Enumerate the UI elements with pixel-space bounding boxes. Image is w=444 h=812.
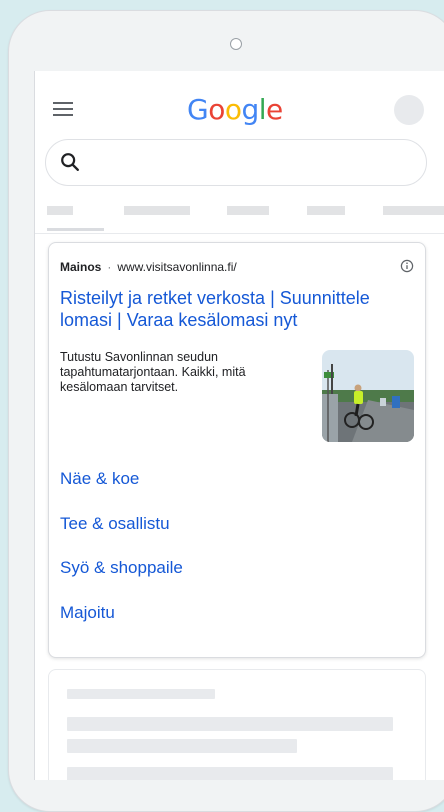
ad-title-link[interactable]: Risteilyt ja retket verkosta | Suunnitte…: [60, 287, 420, 331]
ad-label: Mainos: [60, 260, 102, 274]
separator-dot: ·: [107, 260, 112, 274]
logo-letter: e: [266, 93, 283, 126]
ad-description: Tutustu Savonlinnan seudun tapahtumatarj…: [60, 350, 246, 394]
sitelink-tee-osallistu[interactable]: Tee & osallistu: [60, 514, 170, 534]
search-tabs: [35, 198, 444, 234]
sitelink-majoitu[interactable]: Majoitu: [60, 603, 115, 623]
logo-letter: G: [187, 93, 209, 126]
avatar[interactable]: [394, 95, 424, 125]
logo-letter: o: [208, 93, 225, 126]
sitelink-syo-shoppaile[interactable]: Syö & shoppaile: [60, 558, 183, 578]
tab-placeholder-5[interactable]: [383, 206, 444, 215]
info-icon[interactable]: [400, 259, 414, 273]
active-tab-indicator: [47, 228, 104, 231]
logo-letter: o: [224, 93, 242, 126]
sitelink-nae-koe[interactable]: Näe & koe: [60, 469, 139, 489]
search-icon[interactable]: [59, 151, 81, 173]
tab-placeholder-3[interactable]: [227, 206, 269, 215]
placeholder-line: [67, 739, 297, 753]
sponsored-result-card: Mainos · www.visitsavonlinna.fi/ Risteilyt…: [48, 242, 426, 658]
google-logo[interactable]: Google: [187, 93, 283, 126]
ad-display-url[interactable]: www.visitsavonlinna.fi/: [117, 260, 236, 274]
tab-placeholder-2[interactable]: [124, 206, 190, 215]
front-camera: [230, 38, 242, 50]
ad-meta-line: Mainos · www.visitsavonlinna.fi/: [60, 260, 237, 274]
hamburger-menu-icon[interactable]: [53, 102, 77, 118]
browser-screen: Google Mainos · www.visitsavonlinna.fi/: [34, 71, 444, 780]
tab-placeholder-4[interactable]: [307, 206, 345, 215]
top-bar: Google: [35, 71, 444, 137]
phone-frame: Google Mainos · www.visitsavonlinna.fi/: [8, 10, 444, 812]
tab-placeholder-1[interactable]: [47, 206, 73, 215]
logo-letter: l: [258, 93, 267, 126]
search-input[interactable]: [45, 139, 427, 186]
logo-letter: g: [241, 93, 259, 126]
placeholder-line: [67, 717, 393, 731]
cyclist-on-bridge-photo[interactable]: [322, 350, 414, 442]
placeholder-result-card: [48, 669, 426, 780]
placeholder-line: [67, 689, 215, 699]
